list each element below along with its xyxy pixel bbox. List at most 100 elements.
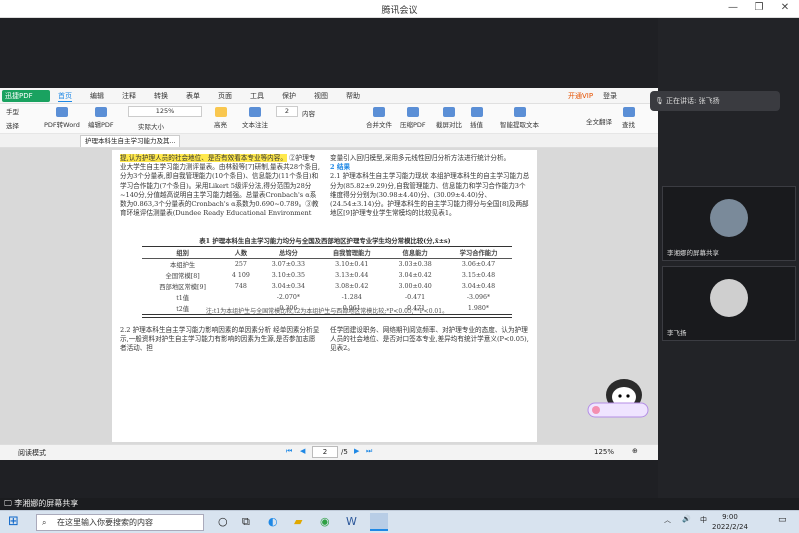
windows-start-icon[interactable]: ⊞	[8, 514, 19, 529]
clock-time: 9:00	[722, 513, 738, 521]
menu-page[interactable]: 页面	[218, 91, 232, 101]
wechat-icon[interactable]: ◉	[320, 515, 330, 528]
full-translate-button[interactable]: 全文翻译	[586, 116, 612, 126]
tencent-meeting-icon[interactable]	[370, 513, 388, 531]
search-icon: ⌕	[42, 518, 47, 527]
table-header: 组别	[176, 250, 189, 257]
right-column-text: 变量引入回归模型,采用多元线性回归分析方法进行统计分析。	[330, 154, 511, 162]
pdf-menubar: 迅捷PDF 首页 编辑 注释 转换 表单 页面 工具 保护 视图 帮助 开通VI…	[0, 88, 658, 104]
text-icon	[249, 107, 261, 117]
table-cell: 3.07±0.33	[271, 261, 306, 268]
zoom-in-icon[interactable]: ⊕	[632, 447, 638, 455]
search-placeholder: 在这里输入你要搜索的内容	[57, 518, 153, 527]
menu-view[interactable]: 视图	[314, 91, 328, 101]
microphone-icon: 🎙	[655, 97, 664, 105]
sticker-widget[interactable]	[580, 373, 658, 423]
sharer-name: 李湘娜的屏幕共享	[14, 499, 79, 508]
screenshot-icon	[443, 107, 455, 117]
contrast-button[interactable]: 截屏对比	[436, 107, 462, 129]
table-cell: 257	[234, 261, 247, 268]
pdf-page: 提,认为护理人员的社会地位、是否有效看本专业等内容。 ②护理专业大学生自主学习能…	[112, 150, 537, 442]
table-header: 总均分	[278, 250, 298, 257]
login-button[interactable]: 登录	[603, 91, 617, 101]
compress-button[interactable]: 压缩PDF	[400, 107, 426, 129]
actual-size-button[interactable]: 实际大小	[138, 121, 164, 131]
table-cell: 西部地区常模[9]	[159, 284, 206, 291]
select-tool[interactable]: 选择	[6, 120, 19, 130]
bottom-left-text: 2.2 护理本科生自主学习能力影响因素的单因素分析 经单因素分析显示,一般资料对…	[120, 326, 320, 353]
table-row: 西部地区常模[9] 748 3.04±0.34 3.08±0.42 3.00±0…	[142, 281, 512, 292]
ime-indicator[interactable]: 中	[700, 515, 707, 525]
notification-icon[interactable]: ▭	[778, 515, 787, 525]
menu-edit[interactable]: 编辑	[90, 91, 104, 101]
page-input[interactable]: 2	[312, 446, 338, 458]
pdf-brand: 迅捷PDF	[2, 90, 50, 102]
table-header-row: 组别 人数 总均分 自我管理能力 信息能力 学习合作能力	[142, 246, 512, 259]
speaking-indicator: 🎙 正在讲话: 张飞扬	[650, 91, 780, 111]
screen-share-label: 🖵 李湘娜的屏幕共享	[0, 498, 799, 510]
search-button[interactable]: 查找	[622, 107, 635, 129]
window-title: 腾讯会议	[381, 6, 418, 16]
table-header: 自我管理能力	[332, 250, 371, 257]
menu-form[interactable]: 表单	[186, 91, 200, 101]
extract-text-button[interactable]: 智能提取文本	[500, 107, 539, 129]
page-count: /5	[341, 448, 348, 456]
word-icon[interactable]: W	[346, 515, 357, 528]
edit-pdf-button[interactable]: 编辑PDF	[88, 107, 114, 129]
menu-tools[interactable]: 工具	[250, 91, 264, 101]
highlight-button[interactable]: 高亮	[214, 107, 227, 129]
menu-home[interactable]: 首页	[58, 91, 72, 102]
bottom-right-text: 任学团建设职务、网络期刊阅览频率、对护理专业的态度、认为护理人员的社会地位、是否…	[330, 326, 529, 353]
merge-button[interactable]: 合并文件	[366, 107, 392, 129]
shared-screen: 迅捷PDF 首页 编辑 注释 转换 表单 页面 工具 保护 视图 帮助 开通VI…	[0, 18, 658, 498]
pdf-to-word-button[interactable]: PDF转Word	[44, 107, 80, 129]
search-icon	[622, 107, 635, 117]
avatar	[710, 199, 748, 237]
table-cell	[223, 292, 258, 303]
first-page-icon[interactable]: ⏮	[286, 447, 292, 456]
menu-annotate[interactable]: 注释	[122, 91, 136, 101]
highlighted-text: 提,认为护理人员的社会地位、是否有效看本专业等内容。	[120, 154, 287, 162]
pdf-toolbar: 手型 选择 PDF转Word 编辑PDF 125% 实际大小 高亮 文本注注 2…	[0, 104, 658, 134]
table-row: 全国常模[8] 4 109 3.10±0.35 3.13±0.44 3.04±0…	[142, 270, 512, 281]
taskbar: ⊞ ⌕ 在这里输入你要搜索的内容 ○ ⧉ ◐ ▰ ◉ W ︿ 🔊 中 9:00 …	[0, 510, 799, 533]
menu-protect[interactable]: 保护	[282, 91, 296, 101]
results-text: 2.1 护理本科生自主学习能力现状 本组护理本科生的自主学习能力总分为(85.8…	[330, 172, 530, 218]
table-cell: 3.08±0.42	[335, 283, 369, 290]
restore-icon[interactable]: ❐	[748, 2, 770, 13]
task-view-icon[interactable]: ⧉	[242, 515, 250, 529]
table-title: 表1 护理本科生自主学习能力均分与全国及西部地区护理专业学生均分常模比较(分,x…	[199, 237, 451, 245]
last-page-icon[interactable]: ⏭	[366, 447, 372, 456]
vip-button[interactable]: 开通VIP	[568, 91, 593, 101]
document-tabbar: 护理本科生自主学习能力及其...	[0, 134, 658, 148]
participant-tile[interactable]: 李飞扬	[662, 266, 796, 341]
page-number-input[interactable]: 2	[276, 106, 298, 117]
table-cell: 3.03±0.38	[398, 261, 432, 268]
edit-icon	[94, 107, 107, 117]
cortana-icon[interactable]: ○	[218, 515, 228, 528]
hand-tool[interactable]: 手型	[6, 106, 19, 116]
close-icon[interactable]: ✕	[774, 2, 796, 13]
clock[interactable]: 9:00 2022/2/24	[712, 512, 748, 532]
prev-page-icon[interactable]: ◀	[300, 447, 305, 455]
table-header: 学习合作能力	[459, 250, 498, 257]
table-cell: -3.096*	[466, 294, 491, 301]
edge-icon[interactable]: ◐	[268, 515, 278, 528]
read-mode-label[interactable]: 阅读模式	[18, 448, 46, 458]
content-button[interactable]: 内容	[302, 108, 315, 118]
taskbar-search[interactable]: ⌕ 在这里输入你要搜索的内容	[36, 514, 204, 531]
minimize-icon[interactable]: —	[722, 2, 744, 13]
pdf-statusbar: 阅读模式 ⏮ ◀ 2 /5 ▶ ⏭ 125% ⊕	[0, 444, 658, 460]
file-explorer-icon[interactable]: ▰	[294, 515, 302, 528]
tray-expand-icon[interactable]: ︿	[664, 515, 671, 525]
text-note-button[interactable]: 文本注注	[242, 107, 268, 129]
menu-convert[interactable]: 转换	[154, 91, 168, 101]
participant-tile[interactable]: 李湘娜的屏幕共享	[662, 186, 796, 261]
document-tab[interactable]: 护理本科生自主学习能力及其...	[80, 135, 180, 147]
zoom-select[interactable]: 125%	[128, 106, 202, 117]
menu-help[interactable]: 帮助	[346, 91, 360, 101]
insert-button[interactable]: 插值	[470, 107, 483, 129]
share-icon: 🖵	[4, 499, 15, 508]
next-page-icon[interactable]: ▶	[354, 447, 359, 455]
volume-icon[interactable]: 🔊	[682, 515, 691, 523]
